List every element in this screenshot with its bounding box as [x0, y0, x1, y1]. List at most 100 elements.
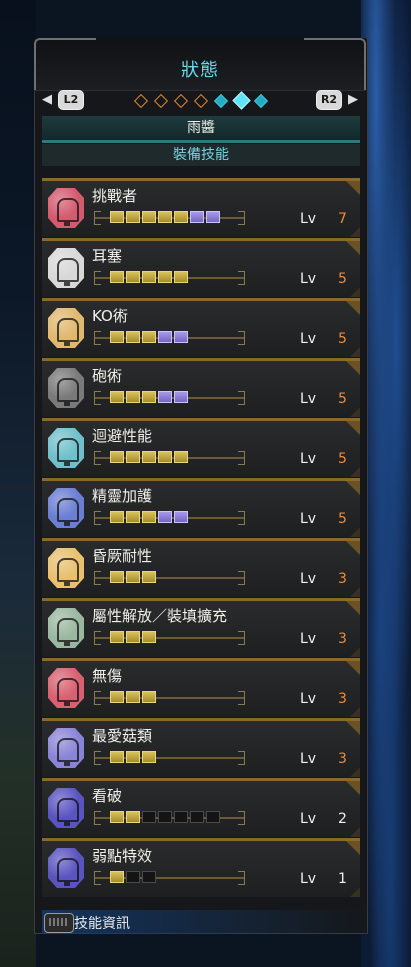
track-cap-right — [238, 271, 245, 285]
l2-button[interactable]: L2 — [58, 90, 84, 110]
skill-gem-icon — [48, 308, 84, 348]
level-pip — [110, 691, 124, 703]
level-pips — [110, 871, 156, 885]
skill-name: 昏厥耐性 — [92, 547, 153, 565]
track-cap-right — [238, 331, 245, 345]
page-dot[interactable] — [213, 93, 229, 109]
level-pips — [110, 451, 188, 465]
level-pip — [110, 211, 124, 223]
skill-level-track — [94, 211, 245, 225]
level-pip — [142, 451, 156, 463]
skill-row[interactable]: 弱點特效 Lv 1 — [42, 838, 360, 897]
skill-gem-icon — [48, 848, 84, 888]
page-dot[interactable] — [133, 93, 149, 109]
row-corner-ornament — [350, 347, 360, 357]
skill-level-track — [94, 391, 245, 405]
level-pip — [142, 811, 156, 823]
level-value: 3 — [338, 631, 347, 647]
r2-button[interactable]: R2 — [316, 90, 342, 110]
skill-glyph-icon — [57, 798, 79, 826]
level-pip — [142, 631, 156, 643]
track-cap-left — [94, 751, 101, 765]
level-value: 3 — [338, 751, 347, 767]
level-pip — [110, 751, 124, 763]
row-corner-ornament — [346, 781, 360, 795]
level-pip — [126, 211, 140, 223]
level-value: 3 — [338, 571, 347, 587]
track-cap-right — [238, 691, 245, 705]
track-cap-right — [238, 871, 245, 885]
skill-row[interactable]: 最愛菇類 Lv 3 — [42, 718, 360, 777]
level-label: Lv — [300, 631, 317, 647]
page-dot[interactable] — [193, 93, 209, 109]
skill-row[interactable]: 昏厥耐性 Lv 3 — [42, 538, 360, 597]
level-pip — [126, 871, 140, 883]
level-pip — [126, 811, 140, 823]
row-corner-ornament — [346, 661, 360, 675]
level-label: Lv — [300, 391, 317, 407]
track-cap-left — [94, 331, 101, 345]
skill-name: 精靈加護 — [92, 487, 153, 505]
page-dot[interactable] — [153, 93, 169, 109]
background-right — [361, 0, 411, 967]
skill-glyph-icon — [57, 858, 79, 886]
skill-glyph-icon — [57, 378, 79, 406]
level-pip — [174, 811, 188, 823]
skill-glyph-icon — [57, 498, 79, 526]
level-value: 5 — [338, 331, 347, 347]
track-cap-left — [94, 451, 101, 465]
skill-level-track — [94, 811, 245, 825]
skill-info-label[interactable]: 技能資訊 — [74, 913, 130, 933]
skill-name: 無傷 — [92, 667, 123, 685]
level-pip — [142, 571, 156, 583]
level-label: Lv — [300, 211, 317, 227]
level-value: 5 — [338, 511, 347, 527]
track-cap-left — [94, 391, 101, 405]
skill-row[interactable]: 耳塞 Lv 5 — [42, 238, 360, 297]
page-dot[interactable] — [253, 93, 269, 109]
skill-row[interactable]: 屬性解放／裝填擴充 Lv 3 — [42, 598, 360, 657]
skill-level-track — [94, 691, 245, 705]
level-label: Lv — [300, 811, 317, 827]
level-pip — [206, 211, 220, 223]
row-corner-ornament — [350, 887, 360, 897]
track-cap-right — [238, 211, 245, 225]
track-cap-left — [94, 631, 101, 645]
skill-name: KO術 — [92, 307, 128, 325]
level-pip — [174, 331, 188, 343]
skill-name: 砲術 — [92, 367, 123, 385]
skill-glyph-icon — [57, 438, 79, 466]
row-corner-ornament — [350, 467, 360, 477]
touchpad-button-icon[interactable] — [44, 913, 74, 933]
level-pip — [110, 391, 124, 403]
level-pip — [158, 391, 172, 403]
skill-glyph-icon — [57, 198, 79, 226]
track-cap-left — [94, 211, 101, 225]
skill-row[interactable]: 精靈加護 Lv 5 — [42, 478, 360, 537]
skill-gem-icon — [48, 428, 84, 468]
skill-glyph-icon — [57, 678, 79, 706]
page-dot-active[interactable] — [232, 91, 251, 110]
skill-row[interactable]: KO術 Lv 5 — [42, 298, 360, 357]
level-pip — [126, 511, 140, 523]
level-label: Lv — [300, 451, 317, 467]
level-pip — [142, 391, 156, 403]
level-pip — [126, 331, 140, 343]
arrow-left-icon[interactable]: ◀ — [42, 92, 52, 107]
level-pip — [206, 811, 220, 823]
level-pips — [110, 811, 220, 825]
level-pip — [142, 271, 156, 283]
skill-row[interactable]: 砲術 Lv 5 — [42, 358, 360, 417]
level-pip — [158, 811, 172, 823]
arrow-right-icon[interactable]: ▶ — [348, 92, 358, 107]
row-corner-ornament — [350, 227, 360, 237]
skill-level-track — [94, 631, 245, 645]
level-pip — [174, 391, 188, 403]
skill-row[interactable]: 迴避性能 Lv 5 — [42, 418, 360, 477]
page-dot[interactable] — [173, 93, 189, 109]
skill-row[interactable]: 無傷 Lv 3 — [42, 658, 360, 717]
skill-row[interactable]: 挑戰者 Lv 7 — [42, 178, 360, 237]
skill-row[interactable]: 看破 Lv 2 — [42, 778, 360, 837]
track-cap-right — [238, 751, 245, 765]
level-value: 5 — [338, 271, 347, 287]
